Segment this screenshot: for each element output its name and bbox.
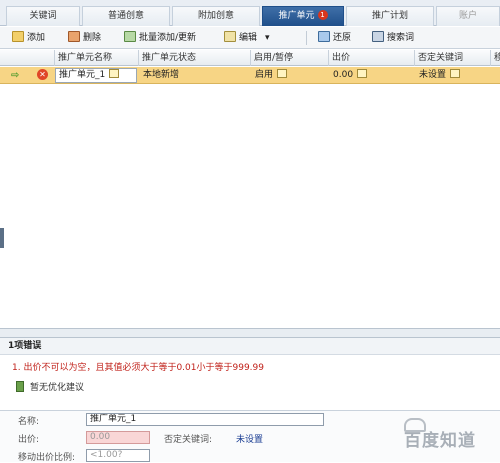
column-header-bid[interactable]: 出价 [328,50,414,66]
tab-bar: 关键词 普通创意 附加创意 推广单元 1 推广计划 账户 [0,0,500,26]
add-icon [12,31,24,42]
search-terms-label: 搜索词 [387,33,415,43]
delete-icon [68,31,80,42]
column-header-name[interactable]: 推广单元名称 [54,50,138,66]
toolbar: 添加 删除 批量添加/更新 编辑 ▾ 还原 搜索词 [0,27,500,49]
edit-label: 编辑 [239,33,258,43]
restore-icon [318,31,330,42]
cell-negative[interactable]: 未设置 [416,67,490,84]
tab-account[interactable]: 账户 [436,6,500,26]
watermark-text: 百度知道 [404,431,476,451]
error-icon: ✕ [37,69,48,80]
column-header-negative[interactable]: 否定关键词 [414,50,490,66]
bid-field[interactable]: 0.00 [86,431,150,444]
splitter[interactable] [0,328,500,338]
panel-resize-handle[interactable] [0,228,4,248]
batch-icon [124,31,136,42]
restore-label: 还原 [333,33,352,43]
tab-keywords[interactable]: 关键词 [6,6,80,26]
restore-button[interactable]: 还原 [318,30,351,46]
edit-icon [224,31,236,42]
add-label: 添加 [27,33,46,43]
error-panel: 1项错误 1. 出价不可以为空，且其值必须大于等于0.01小于等于999.99 … [0,338,500,410]
suggestion-line: 暂无优化建议 [16,380,84,393]
mobile-bid-ratio-label: 移动出价比例: [18,453,76,463]
name-label: 名称: [18,417,40,427]
cell-toggle-text: 启用 [255,70,274,80]
search-terms-icon [372,31,384,42]
note-icon [109,69,120,78]
tab-ad-groups[interactable]: 推广单元 1 [262,6,344,26]
chevron-down-icon: ▾ [265,33,270,43]
cell-bid[interactable]: 0.00 [330,67,414,84]
batch-label: 批量添加/更新 [139,33,197,43]
note-icon [357,69,368,78]
mobile-bid-ratio-field[interactable]: <1.00? [86,449,150,462]
bid-label: 出价: [18,435,40,445]
cell-bid-text: 0.00 [333,70,354,80]
row-error-marker: ✕ [34,67,54,84]
error-count-badge: 1 [317,10,328,20]
tab-label: 关键词 [29,11,57,21]
column-header-mobile[interactable]: 移 [490,50,500,66]
note-icon [450,69,461,78]
grid-body [0,84,500,328]
negative-keywords-link[interactable]: 未设置 [236,432,263,445]
tab-label: 附加创意 [197,11,234,21]
column-header-status[interactable]: 推广单元状态 [138,50,250,66]
tab-campaigns[interactable]: 推广计划 [346,6,434,26]
note-icon [277,69,288,78]
add-button[interactable]: 添加 [12,30,45,46]
cell-name[interactable]: 推广单元_1 [55,68,137,83]
edit-button[interactable]: 编辑 ▾ [224,30,270,46]
watermark: 百度知道 [404,418,498,460]
grid-header: 推广单元名称 推广单元状态 启用/暂停 出价 否定关键词 移 [0,50,500,66]
checkbox-column-header [34,50,54,66]
toolbar-divider [306,31,307,45]
delete-button[interactable]: 删除 [68,30,101,46]
tab-label: 普通创意 [107,11,144,21]
cell-toggle[interactable]: 启用 [252,67,328,84]
cell-negative-text: 未设置 [419,70,447,80]
tab-label: 推广单元 [278,11,315,21]
name-field[interactable]: 推广单元_1 [86,413,324,426]
suggestion-text: 暂无优化建议 [30,383,85,393]
error-panel-title: 1项错误 [0,338,500,355]
tab-extra-creatives[interactable]: 附加创意 [172,6,260,26]
tab-creatives[interactable]: 普通创意 [82,6,170,26]
search-terms-button[interactable]: 搜索词 [372,30,414,46]
suggestion-icon [16,381,24,392]
batch-update-button[interactable]: 批量添加/更新 [124,30,196,46]
column-header-toggle[interactable]: 启用/暂停 [250,50,328,66]
cell-status: 本地新增 [143,70,180,80]
tab-label: 推广计划 [371,11,408,21]
paw-logo-icon [404,418,426,432]
tab-label: 账户 [458,11,477,21]
delete-label: 删除 [83,33,102,43]
table-row[interactable]: ⇨ ✕ 推广单元_1 本地新增 启用 0.00 未设置 [0,67,500,84]
row-pointer-icon: ⇨ [11,70,20,81]
error-message[interactable]: 1. 出价不可以为空，且其值必须大于等于0.01小于等于999.99 [12,360,264,373]
negative-keywords-label: 否定关键词: [164,435,213,445]
cell-name-text: 推广单元_1 [59,70,106,80]
